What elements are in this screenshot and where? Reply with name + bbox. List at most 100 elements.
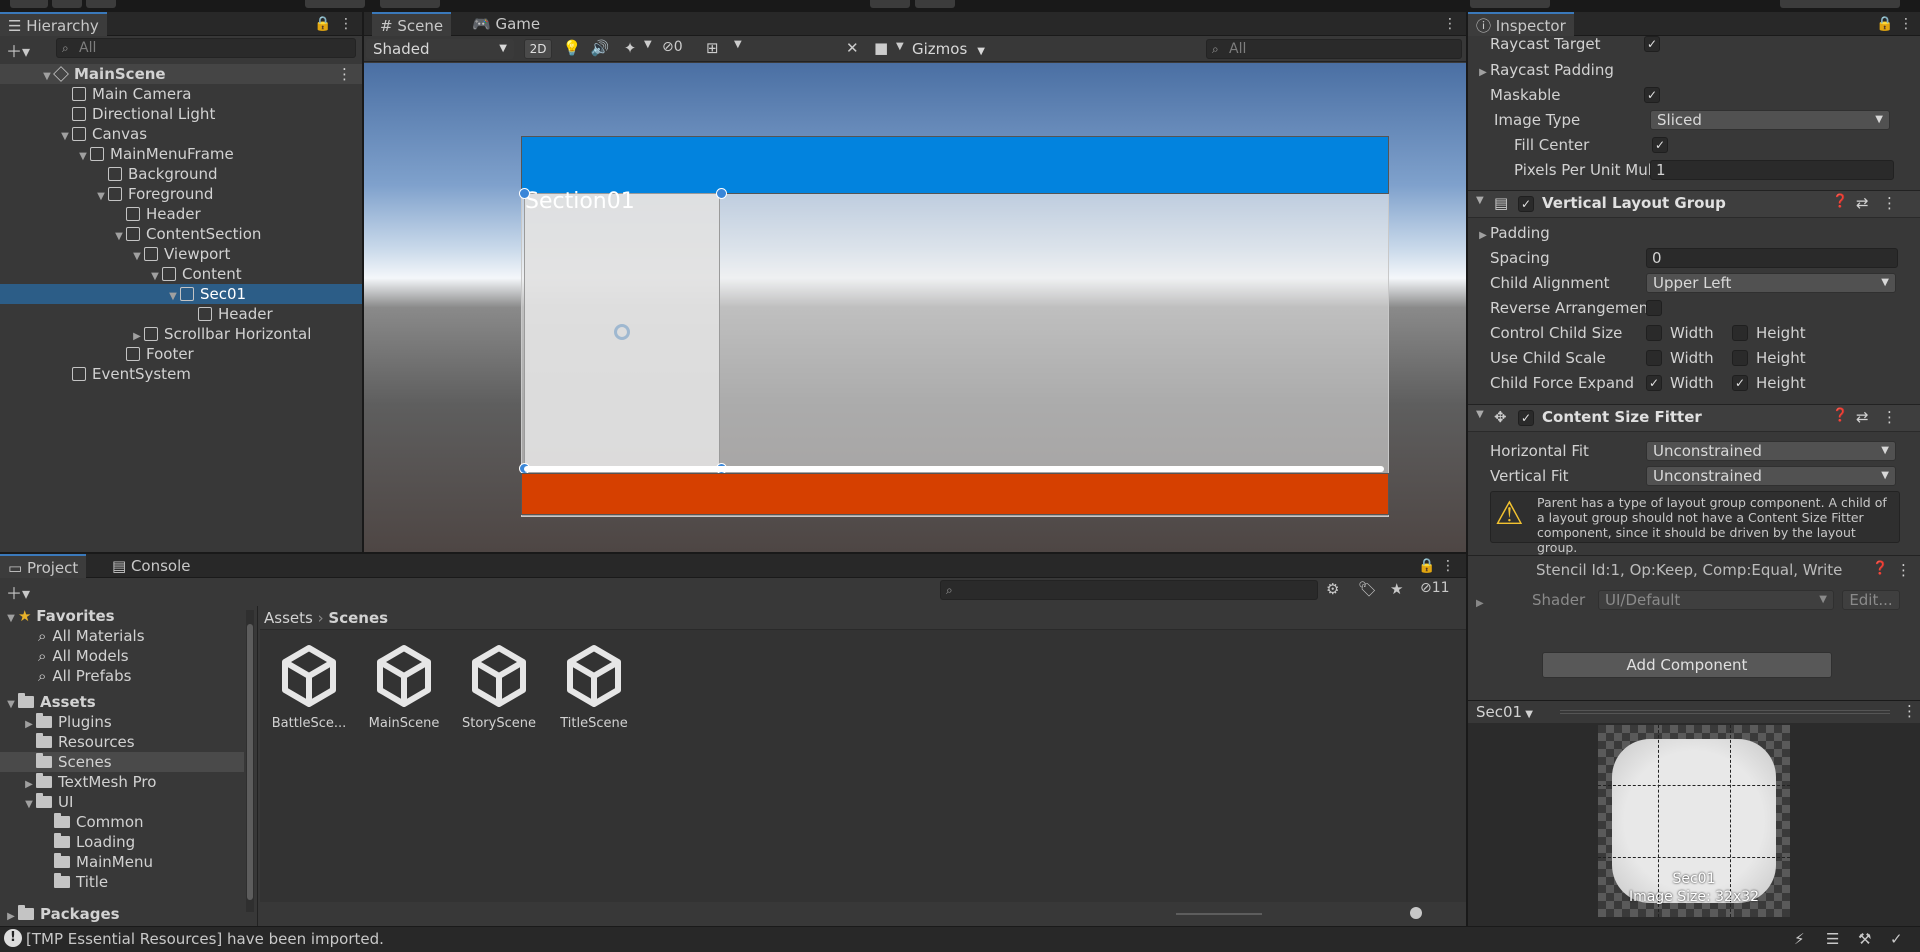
zoom-slider-knob[interactable] [1410,907,1422,919]
help-icon[interactable]: ❓ [1832,194,1848,209]
favorite-star-icon[interactable]: ★ [1390,580,1403,598]
network-icon[interactable]: ⚡ [1794,930,1805,948]
scene-viewport[interactable]: Section01 [364,63,1466,552]
scene-asset[interactable]: StoryScene [456,638,542,738]
scale-height-checkbox[interactable] [1732,350,1748,366]
tab-hierarchy[interactable]: ☰ Hierarchy [0,12,107,36]
scene-asset[interactable]: BattleSce... [266,638,352,738]
create-dropdown[interactable]: ＋▾ [6,38,34,61]
lock-icon[interactable]: 🔒 [1876,14,1893,34]
rect-transform-pivot[interactable] [614,324,630,340]
content-size-fitter-header[interactable]: ▼ ✥ ✓ Content Size Fitter ❓ ⇄ ⋮ [1468,404,1920,432]
check-icon[interactable]: ✓ [1890,930,1903,948]
cloud-button[interactable] [380,0,440,8]
rect-handle-tr[interactable] [716,188,727,199]
child-alignment-dropdown[interactable]: Upper Left ▼ [1646,273,1896,293]
help-icon[interactable]: ❓ [1832,408,1848,423]
kebab-menu-icon[interactable]: ⋮ [1902,702,1917,720]
hierarchy-item[interactable]: ▼ MainMenuFrame [0,144,362,164]
scene-asset[interactable]: TitleScene [551,638,637,738]
asset-folder-item[interactable]: Resources [0,732,244,752]
pixels-per-unit-field[interactable]: 1 [1650,160,1894,180]
hierarchy-item[interactable]: Footer [0,344,362,364]
favorite-item[interactable]: ⌕ All Models [38,646,129,666]
horizontal-fit-dropdown[interactable]: Unconstrained ▼ [1646,441,1896,461]
audio-icon[interactable]: 🔊 [588,39,612,57]
footer-panel[interactable] [521,473,1389,515]
kebab-menu-icon[interactable]: ⋮ [1442,14,1458,34]
lock-icon[interactable]: 🔒 [314,14,331,34]
asset-folder-item[interactable]: Loading [0,832,244,852]
hierarchy-item[interactable]: ▶ Scrollbar Horizontal [0,324,362,344]
hierarchy-item[interactable]: Background [0,164,362,184]
raycast-target-checkbox[interactable]: ✓ [1644,36,1660,52]
raycast-padding-foldout[interactable]: ▶ Raycast Padding [1476,60,1614,80]
reverse-arrangement-checkbox[interactable] [1646,300,1662,316]
project-search-input[interactable]: ⌕ [940,580,1318,600]
asset-folder-item[interactable]: ▶ TextMesh Pro [0,772,244,792]
expand-height-checkbox[interactable]: ✓ [1732,375,1748,391]
lock-icon[interactable]: 🔒 [1418,556,1435,576]
chevron-down-icon[interactable]: ▼ [644,39,658,50]
hierarchy-item[interactable]: EventSystem [0,364,362,384]
hierarchy-item[interactable]: Directional Light [0,104,362,124]
effects-icon[interactable]: ✦ [618,39,642,57]
vertical-fit-dropdown[interactable]: Unconstrained ▼ [1646,466,1896,486]
kebab-menu-icon[interactable]: ⋮ [1882,408,1897,426]
build-icon[interactable]: ⚒ [1858,930,1871,948]
filter-by-type-icon[interactable]: ⚙ [1326,580,1339,598]
create-dropdown[interactable]: ＋▾ [6,580,36,604]
shader-dropdown[interactable]: UI/Default ▼ [1598,590,1834,610]
move-tool-button[interactable] [52,0,82,8]
help-icon[interactable]: ❓ [1872,561,1888,576]
control-height-checkbox[interactable] [1732,325,1748,341]
favorites-foldout[interactable]: ▼ ★ Favorites [4,606,114,626]
gizmos-dropdown[interactable]: Gizmos ▼ [912,39,992,59]
pause-button[interactable] [915,0,955,8]
presets-icon[interactable]: ⇄ [1856,408,1869,426]
shader-edit-button[interactable]: Edit... [1842,590,1900,610]
chevron-down-icon[interactable]: ▼ [1476,409,1484,420]
asset-folder-item[interactable]: ▼ UI [0,792,244,812]
resize-handle[interactable] [1560,710,1890,714]
kebab-menu-icon[interactable]: ⋮ [1896,561,1911,579]
scrollbar-thumb[interactable] [247,624,253,900]
tab-game[interactable]: 🎮 Game [464,12,548,36]
kebab-menu-icon[interactable]: ⋮ [1882,194,1897,212]
csf-enabled-checkbox[interactable]: ✓ [1518,410,1534,426]
chevron-down-icon[interactable]: ▼ [734,39,748,50]
grid-snap-icon[interactable]: ⊞ [706,39,730,57]
hierarchy-search-input[interactable]: ⌕ All [56,38,356,58]
assets-foldout[interactable]: ▼ Assets [4,692,96,712]
shading-mode-dropdown[interactable]: Shaded ▼ [366,39,514,59]
hierarchy-item[interactable]: Main Camera [0,84,362,104]
hierarchy-item[interactable]: ▼ ContentSection [0,224,362,244]
scene-asset[interactable]: MainScene [361,638,447,738]
chevron-down-icon[interactable]: ▼ [1476,195,1484,206]
hidden-packages-toggle[interactable]: ⊘11 [1420,580,1450,596]
scrollbar-horizontal[interactable] [524,466,1384,472]
favorite-item[interactable]: ⌕ All Materials [38,626,145,646]
asset-folder-item[interactable]: Scenes [0,752,244,772]
breadcrumb-scenes[interactable]: Scenes [328,609,388,627]
hidden-objects-toggle[interactable]: ⊘0 [662,39,702,55]
header-panel[interactable] [521,136,1389,194]
account-button[interactable] [305,0,365,8]
layout-dropdown[interactable] [1780,0,1900,8]
2d-toggle-button[interactable]: 2D [524,39,552,59]
kebab-menu-icon[interactable]: ⋮ [338,14,354,34]
image-type-dropdown[interactable]: Sliced ▼ [1650,110,1890,130]
hierarchy-item[interactable]: ▼ Content [0,264,362,284]
spacing-field[interactable]: 0 [1646,248,1898,268]
lighting-icon[interactable]: 💡 [560,39,584,57]
packages-foldout[interactable]: ▶ Packages [4,904,120,924]
tab-console[interactable]: ▤ Console [104,554,199,578]
play-button[interactable] [870,0,910,8]
maskable-checkbox[interactable]: ✓ [1644,87,1660,103]
zoom-slider[interactable] [1176,913,1262,915]
hierarchy-item[interactable]: ▼ MainScene ⋮ [0,64,362,84]
tab-project[interactable]: ▭ Project [0,554,87,578]
hierarchy-item[interactable]: Header [0,304,362,324]
stack-icon[interactable]: ☰ [1826,930,1839,948]
add-component-button[interactable]: Add Component [1542,652,1832,678]
